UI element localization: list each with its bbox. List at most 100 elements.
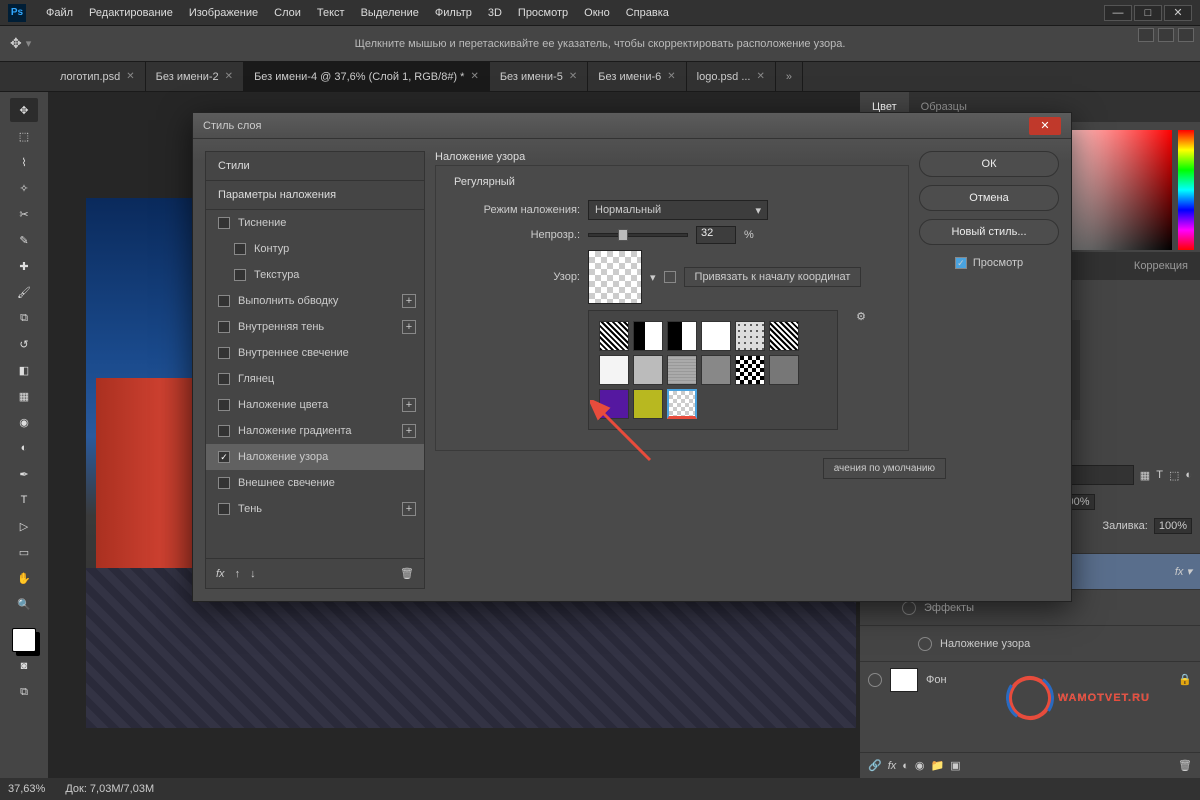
checkbox[interactable] [218,373,230,385]
filter-icon-2[interactable]: T [1156,469,1163,481]
style-Глянец[interactable]: Глянец [206,366,424,392]
checkbox[interactable] [218,503,230,515]
style-Наложение узора[interactable]: ✓Наложение узора [206,444,424,470]
menu-Изображение[interactable]: Изображение [181,3,266,23]
menu-Текст[interactable]: Текст [309,3,353,23]
snap-origin-button[interactable]: Привязать к началу координат [684,267,862,287]
zoom-level[interactable]: 37,63% [8,783,45,795]
fx-icon[interactable]: fx [216,568,225,580]
doc-tab[interactable]: Без имени-2✕ [146,62,244,91]
checkbox[interactable] [218,399,230,411]
plus-icon[interactable]: + [402,294,416,308]
cancel-button[interactable]: Отмена [919,185,1059,211]
pattern-swatch[interactable] [667,355,697,385]
tool-eyedrop[interactable]: ✎ [10,228,38,252]
trash-icon[interactable]: 🗑 [400,567,414,580]
style-Тень[interactable]: Тень+ [206,496,424,522]
doc-tab[interactable]: Без имени-6✕ [588,62,686,91]
trash-icon[interactable]: 🗑 [1178,759,1192,772]
doc-tab[interactable]: Без имени-5✕ [490,62,588,91]
tool-blur[interactable]: ◉ [10,410,38,434]
close-icon[interactable]: ✕ [757,71,765,82]
checkbox[interactable] [218,477,230,489]
tool-pen[interactable]: ✒ [10,462,38,486]
close-icon[interactable]: ✕ [126,71,134,82]
arrow-down-icon[interactable]: ↓ [250,568,256,580]
tool-marquee[interactable]: ⬚ [10,124,38,148]
style-Текстура[interactable]: Текстура [206,262,424,288]
tool-dropdown-icon[interactable]: ▾ [26,37,32,50]
close-icon[interactable]: ✕ [667,71,675,82]
pattern-swatch-selected[interactable] [667,389,697,419]
pattern-swatch[interactable] [633,389,663,419]
chevron-down-icon[interactable]: ▾ [650,271,656,284]
tool-type[interactable]: T [10,488,38,512]
checkbox[interactable] [234,269,246,281]
menu-Файл[interactable]: Файл [38,3,81,23]
style-Внутренняя тень[interactable]: Внутренняя тень+ [206,314,424,340]
visibility-icon[interactable] [902,601,916,615]
color-swatch[interactable] [12,628,36,652]
style-Внешнее свечение[interactable]: Внешнее свечение [206,470,424,496]
menu-Окно[interactable]: Окно [576,3,618,23]
checkbox[interactable] [218,321,230,333]
style-Наложение цвета[interactable]: Наложение цвета+ [206,392,424,418]
checkbox[interactable] [218,347,230,359]
menu-Выделение[interactable]: Выделение [353,3,427,23]
quick-mask[interactable]: ◙ [10,654,38,678]
checkbox[interactable] [218,425,230,437]
menu-Редактирование[interactable]: Редактирование [81,3,181,23]
styles-header[interactable]: Стили [206,152,424,181]
style-Контур[interactable]: Контур [206,236,424,262]
opacity-input[interactable]: 32 [696,226,736,244]
tool-crop[interactable]: ✂ [10,202,38,226]
visibility-icon[interactable] [918,637,932,651]
mask-icon[interactable]: ◐ [902,760,909,772]
tool-wand[interactable]: ✧ [10,176,38,200]
pattern-swatch[interactable] [633,355,663,385]
frame-btn-3[interactable] [1178,28,1194,42]
menu-Справка[interactable]: Справка [618,3,677,23]
filter-icon-4[interactable]: ◐ [1185,469,1192,481]
gear-icon[interactable]: ⚙ [856,310,866,323]
adj-icon[interactable]: ◉ [915,759,925,772]
link-icon[interactable]: 🔗 [868,759,882,772]
preview-checkbox[interactable]: ✓ [955,257,967,269]
tool-stamp[interactable]: ⧉ [10,306,38,330]
plus-icon[interactable]: + [402,502,416,516]
opacity-slider[interactable] [588,233,688,237]
pattern-swatch[interactable] [701,355,731,385]
new-layer-icon[interactable]: ▣ [950,759,960,772]
tabs-overflow[interactable]: » [776,62,803,91]
tool-gradient[interactable]: ▦ [10,384,38,408]
checkbox[interactable] [218,217,230,229]
filter-icon-1[interactable]: ▦ [1140,469,1150,482]
menu-Просмотр[interactable]: Просмотр [510,3,576,23]
menu-Фильтр[interactable]: Фильтр [427,3,480,23]
layer-row[interactable]: Фон 🔒 [860,661,1200,697]
tab-correction[interactable]: Коррекция [1122,252,1200,280]
plus-icon[interactable]: + [402,320,416,334]
pattern-swatch[interactable] [735,321,765,351]
close-icon[interactable]: ✕ [569,71,577,82]
doc-tab[interactable]: Без имени-4 @ 37,6% (Слой 1, RGB/8#) *✕ [244,62,490,91]
doc-tab[interactable]: логотип.psd✕ [50,62,146,91]
pattern-swatch[interactable] [667,321,697,351]
blend-params-header[interactable]: Параметры наложения [206,181,424,210]
tool-path[interactable]: ▷ [10,514,38,538]
visibility-icon[interactable] [868,673,882,687]
checkbox[interactable]: ✓ [218,451,230,463]
plus-icon[interactable]: + [402,398,416,412]
reset-defaults-button[interactable]: ачения по умолчанию [823,458,946,479]
ok-button[interactable]: ОК [919,151,1059,177]
pattern-swatch[interactable] [599,389,629,419]
pattern-swatch[interactable] [769,321,799,351]
tool-move[interactable]: ✥ [10,98,38,122]
tool-dodge[interactable]: ◐ [10,436,38,460]
pattern-swatch[interactable] [599,355,629,385]
window-close[interactable]: ✕ [1164,5,1192,21]
tool-heal[interactable]: ✚ [10,254,38,278]
pattern-swatch[interactable] [769,355,799,385]
effect-row[interactable]: Наложение узора [860,625,1200,661]
close-icon[interactable]: ✕ [225,71,233,82]
